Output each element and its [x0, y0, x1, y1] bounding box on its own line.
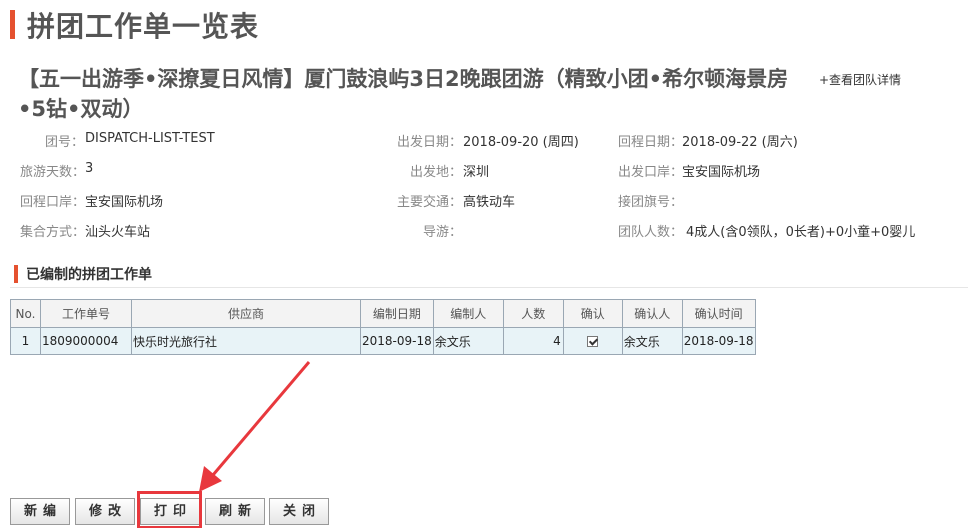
annotation-arrow — [199, 361, 311, 492]
close-button[interactable]: 关闭 — [269, 498, 329, 525]
arrow-shaft — [211, 361, 311, 476]
new-button[interactable]: 新编 — [10, 498, 70, 525]
refresh-button[interactable]: 刷新 — [205, 498, 265, 525]
edit-button[interactable]: 修改 — [75, 498, 135, 525]
print-button-highlight — [137, 491, 202, 528]
